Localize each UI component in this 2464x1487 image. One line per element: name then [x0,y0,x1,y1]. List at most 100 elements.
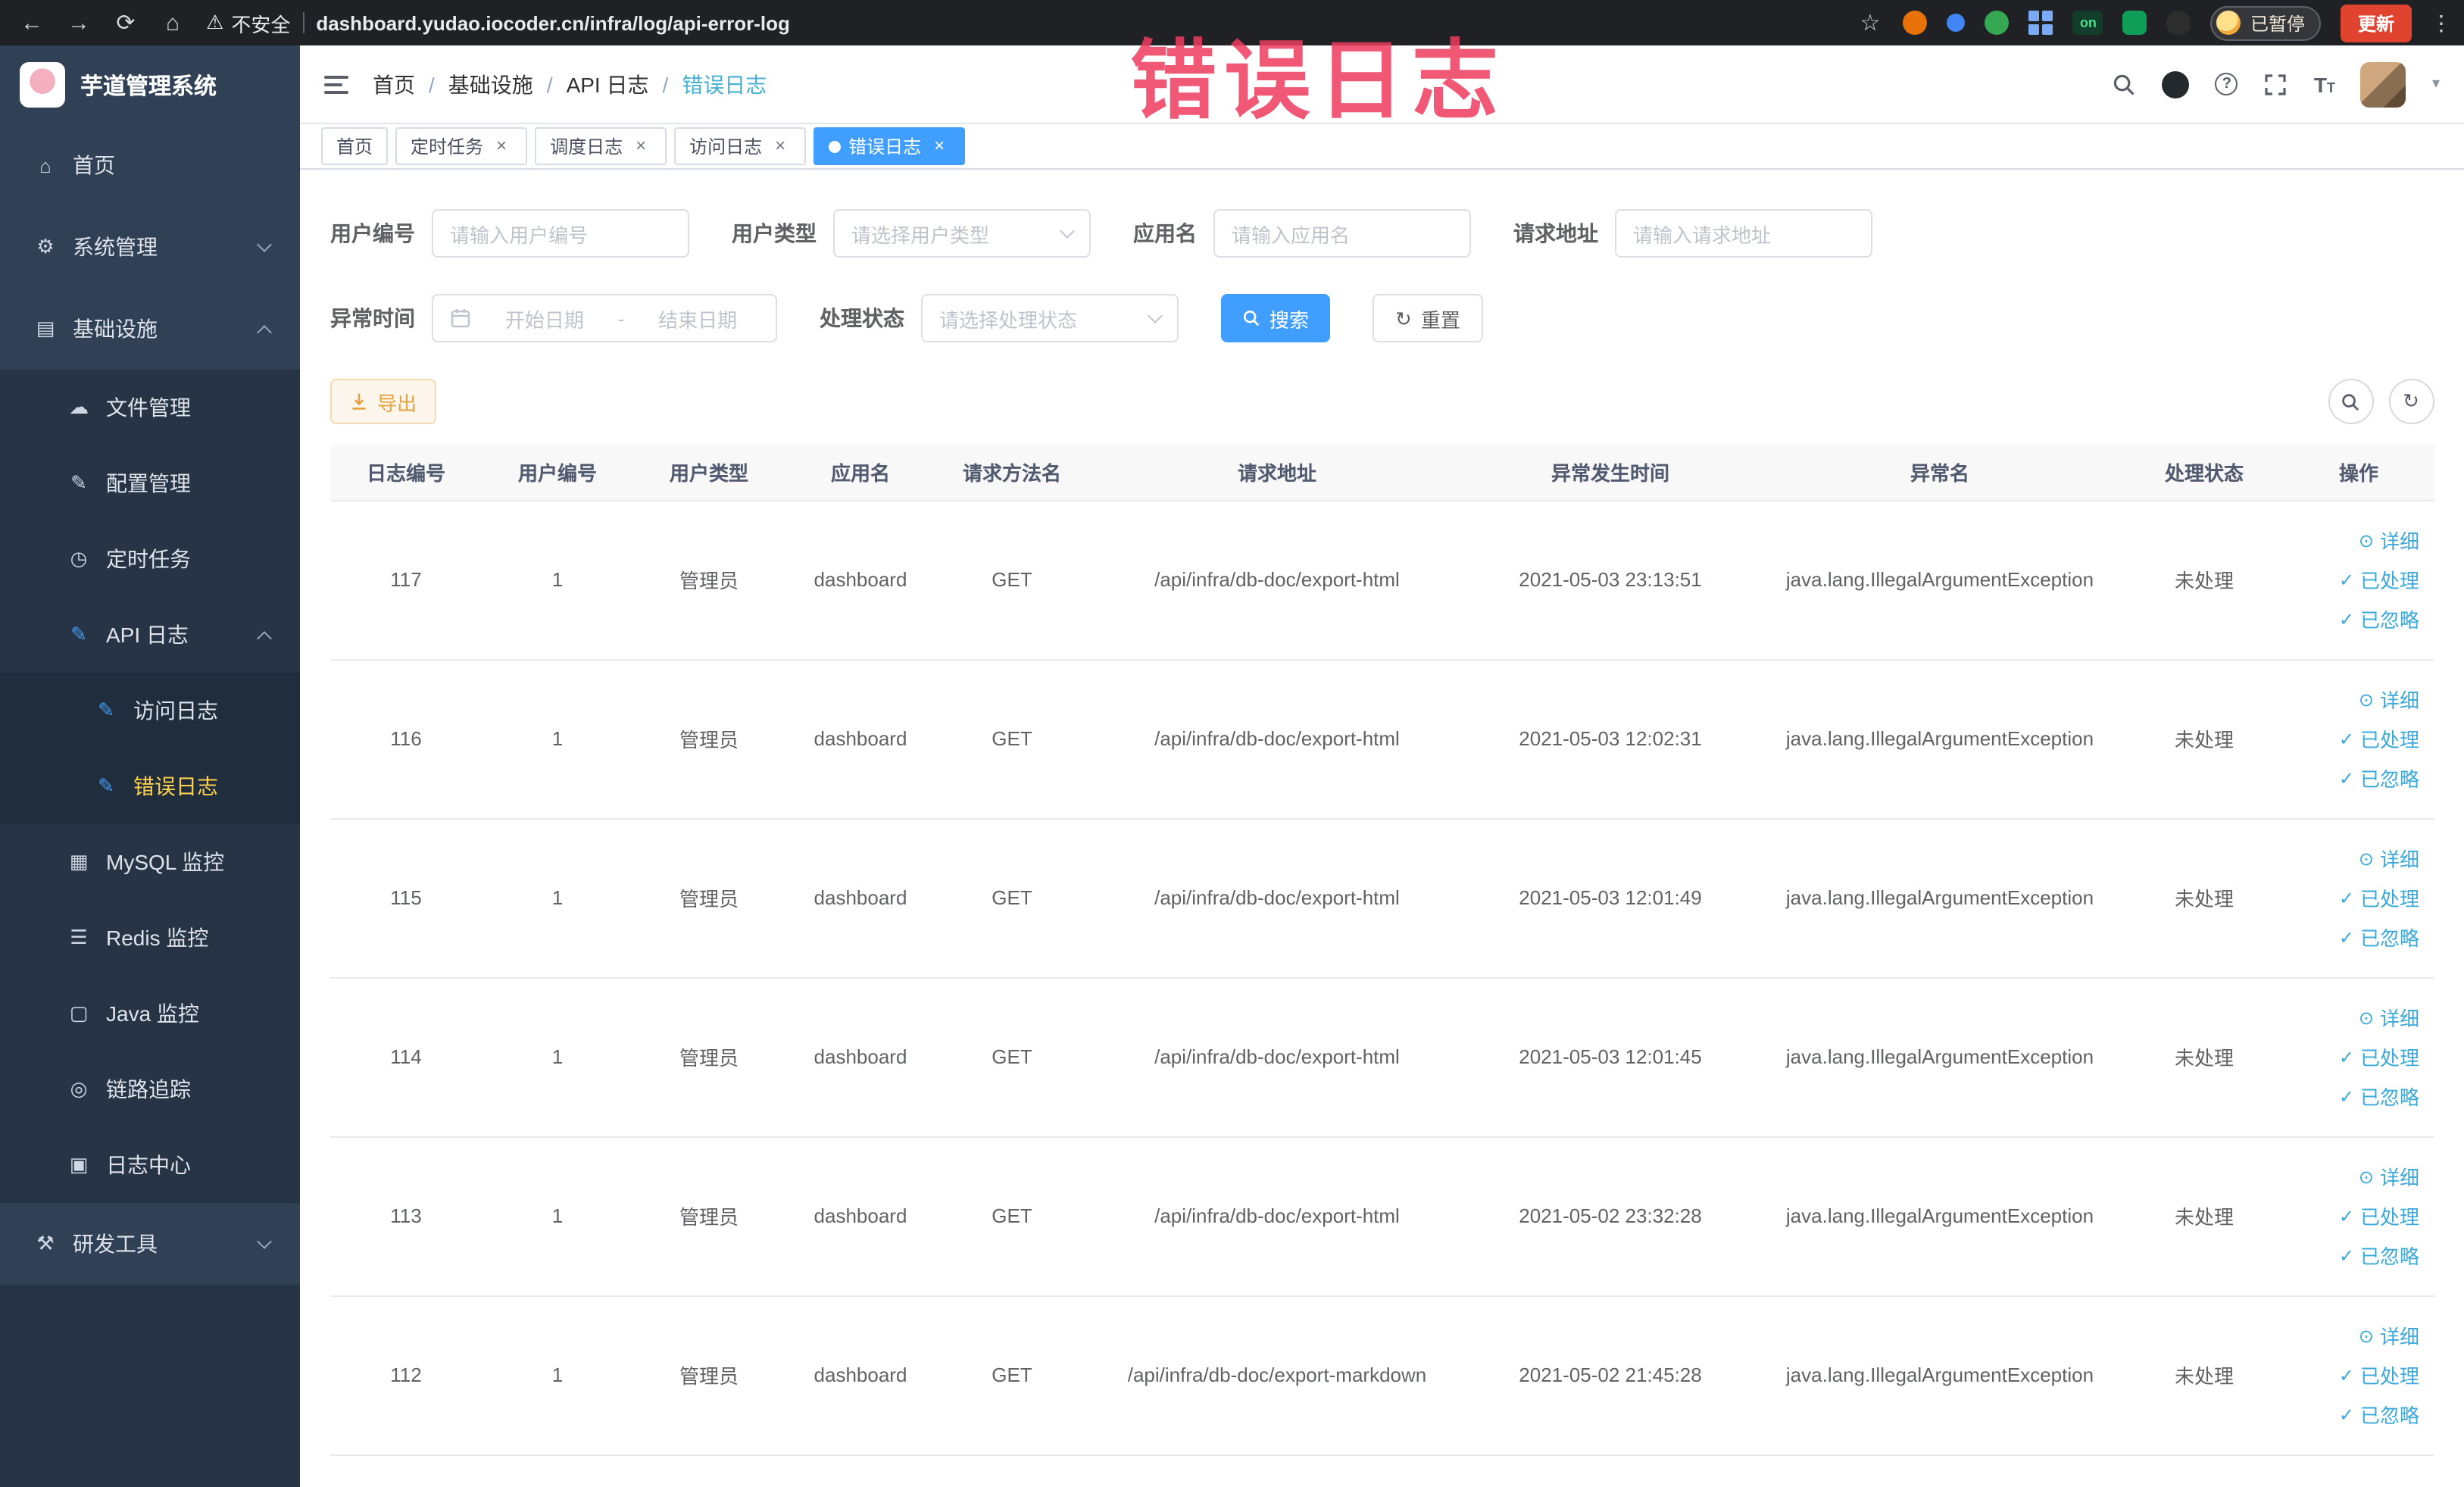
mark-processed-button[interactable]: ✓ 已处理 [2292,560,2419,599]
breadcrumb-separator: / [546,72,553,96]
tab-home[interactable]: 首页 [321,127,389,165]
cell-log-id: 114 [330,977,482,1137]
mark-processed-button[interactable]: ✓ 已处理 [2292,1037,2419,1076]
bookmark-star-icon[interactable]: ☆ [1857,9,1884,36]
extension-red-icon[interactable] [1903,11,1928,35]
mark-ignored-button[interactable]: ✓ 已忽略 [2292,1395,2419,1434]
breadcrumb-item-api-log[interactable]: API 日志 [567,69,649,99]
browser-menu-icon[interactable]: ⋮ [2431,10,2452,36]
close-icon[interactable]: × [929,135,950,157]
gear-icon: ⚙ [36,235,55,258]
mark-ignored-button[interactable]: ✓ 已忽略 [2292,1076,2419,1116]
app-name-input[interactable]: 请输入应用名 [1213,209,1471,258]
forward-icon[interactable]: → [65,10,92,36]
mark-processed-button[interactable]: ✓ 已处理 [2292,878,2419,917]
github-icon[interactable] [2162,70,2190,98]
search-button[interactable]: 搜索 [1221,294,1331,342]
cell-app-name: dashboard [785,818,936,978]
sidebar-item-file[interactable]: ☁ 文件管理 [0,370,300,445]
download-icon [352,393,366,410]
request-url-input[interactable]: 请输入请求地址 [1615,209,1872,258]
cell-time: 2021-05-02 21:45:28 [1466,1295,1754,1455]
avatar-caret-icon[interactable]: ▾ [2432,76,2440,92]
detail-button[interactable]: ⊙ 详细 [2292,839,2419,878]
security-indicator[interactable]: ⚠ 不安全 [206,8,290,37]
close-icon[interactable]: × [770,135,791,157]
update-button[interactable]: 更新 [2341,4,2411,42]
collapse-menu-icon[interactable] [324,75,348,93]
date-range-separator: - [617,307,625,330]
close-icon[interactable]: × [630,135,651,157]
refresh-button[interactable]: ↻ [2388,379,2434,424]
mark-ignored-button[interactable]: ✓ 已忽略 [2292,599,2419,639]
mark-processed-button[interactable]: ✓ 已处理 [2292,719,2419,758]
address-bar[interactable]: ⚠ 不安全 dashboard.yudao.iocoder.cn/infra/l… [206,8,1837,37]
sidebar-item-access-log[interactable]: ✎ 访问日志 [0,673,300,748]
date-range-input[interactable]: 开始日期 - 结束日期 [432,294,777,342]
sidebar-item-api-log[interactable]: ✎ API 日志 [0,597,300,673]
process-status-select[interactable]: 请选择处理状态 [921,294,1179,342]
help-icon[interactable]: ? [2215,73,2238,95]
tab-job[interactable]: 定时任务 × [395,127,528,165]
profile-paused-badge[interactable]: 已暂停 [2210,5,2322,40]
detail-button[interactable]: ⊙ 详细 [2292,998,2419,1037]
mark-ignored-button[interactable]: ✓ 已忽略 [2292,1236,2419,1275]
sidebar-item-devtools[interactable]: ⚒ 研发工具 [0,1203,300,1285]
user-type-select[interactable]: 请选择用户类型 [833,209,1091,258]
breadcrumb-item-home[interactable]: 首页 [373,69,415,99]
sidebar-item-java[interactable]: ▢ Java 监控 [0,976,300,1051]
close-icon[interactable]: × [491,135,512,157]
api-log-submenu: ✎ 访问日志 ✎ 错误日志 [0,673,300,824]
tab-error-log[interactable]: 错误日志 × [814,127,966,165]
monitor-icon: ▢ [69,1001,89,1024]
detail-button[interactable]: ⊙ 详细 [2292,679,2419,719]
sidebar-item-config[interactable]: ✎ 配置管理 [0,445,300,521]
extensions-grid-icon[interactable] [2028,11,2053,35]
sidebar-item-mysql[interactable]: ▦ MySQL 监控 [0,824,300,900]
back-icon[interactable]: ← [18,10,45,36]
mark-processed-button[interactable]: ✓ 已处理 [2292,1196,2419,1236]
cell-app-name: dashboard [785,1136,936,1296]
reset-button[interactable]: ↻ 重置 [1373,294,1483,342]
font-size-icon[interactable]: TT [2314,73,2335,95]
sidebar-item-error-log[interactable]: ✎ 错误日志 [0,748,300,824]
sidebar-item-trace[interactable]: ◎ 链路追踪 [0,1051,300,1127]
breadcrumb-item-infra[interactable]: 基础设施 [448,69,533,99]
user-id-input[interactable]: 请输入用户编号 [432,209,689,258]
toggle-search-button[interactable] [2328,379,2373,424]
tab-schedule-log[interactable]: 调度日志 × [535,127,667,165]
extension-leaf-icon[interactable] [2122,11,2147,35]
browser-toolbar: ← → ⟳ ⌂ ⚠ 不安全 dashboard.yudao.iocoder.cn… [0,0,2464,45]
sidebar-item-log-center[interactable]: ▣ 日志中心 [0,1127,300,1203]
export-button[interactable]: 导出 [330,379,437,424]
filter-row-1: 用户编号 请输入用户编号 用户类型 请选择用户类型 应用名 请输入应用名 请求地… [330,209,2434,258]
sidebar-item-redis[interactable]: ☰ Redis 监控 [0,900,300,976]
sidebar-item-home[interactable]: ⌂ 首页 [0,124,300,206]
reload-icon[interactable]: ⟳ [112,9,139,36]
check-icon: ✓ [2338,728,2354,749]
sidebar-item-infra[interactable]: ▤ 基础设施 [0,288,300,370]
table-row: 116 1 管理员 dashboard GET/api/infra/db-doc/exp… [330,659,2434,819]
mark-processed-button[interactable]: ✓ 已处理 [2292,1355,2419,1395]
search-icon[interactable] [2113,72,2137,96]
vpn-on-badge[interactable]: on [2072,11,2103,35]
cell-user-id: 1 [482,1295,633,1455]
extension-blue-icon[interactable] [1947,14,1966,32]
mark-ignored-button[interactable]: ✓ 已忽略 [2292,917,2419,957]
row-actions: ⊙ 详细 ✓ 已处理 ✓ 已忽略 [2283,977,2434,1137]
detail-button[interactable]: ⊙ 详细 [2292,1157,2419,1196]
extension-paw-icon[interactable] [2166,11,2191,35]
extension-green-icon[interactable] [1985,11,2010,35]
mark-ignored-button[interactable]: ✓ 已忽略 [2292,758,2419,798]
sidebar-item-job[interactable]: ◷ 定时任务 [0,521,300,597]
detail-button[interactable]: ⊙ 详细 [2292,520,2419,560]
column-header: 请求地址 [1088,445,1466,501]
user-avatar[interactable] [2360,61,2406,107]
detail-button[interactable]: ⊙ 详细 [2292,1316,2419,1355]
app-logo[interactable]: 芋道管理系统 [0,45,300,124]
table-row: 112 1 管理员 dashboard GET/api/infra/db-doc/exp… [330,1295,2434,1455]
browser-home-icon[interactable]: ⌂ [159,10,186,36]
tab-access-log[interactable]: 访问日志 × [674,127,807,165]
fullscreen-icon[interactable] [2264,72,2288,96]
sidebar-item-system[interactable]: ⚙ 系统管理 [0,206,300,288]
